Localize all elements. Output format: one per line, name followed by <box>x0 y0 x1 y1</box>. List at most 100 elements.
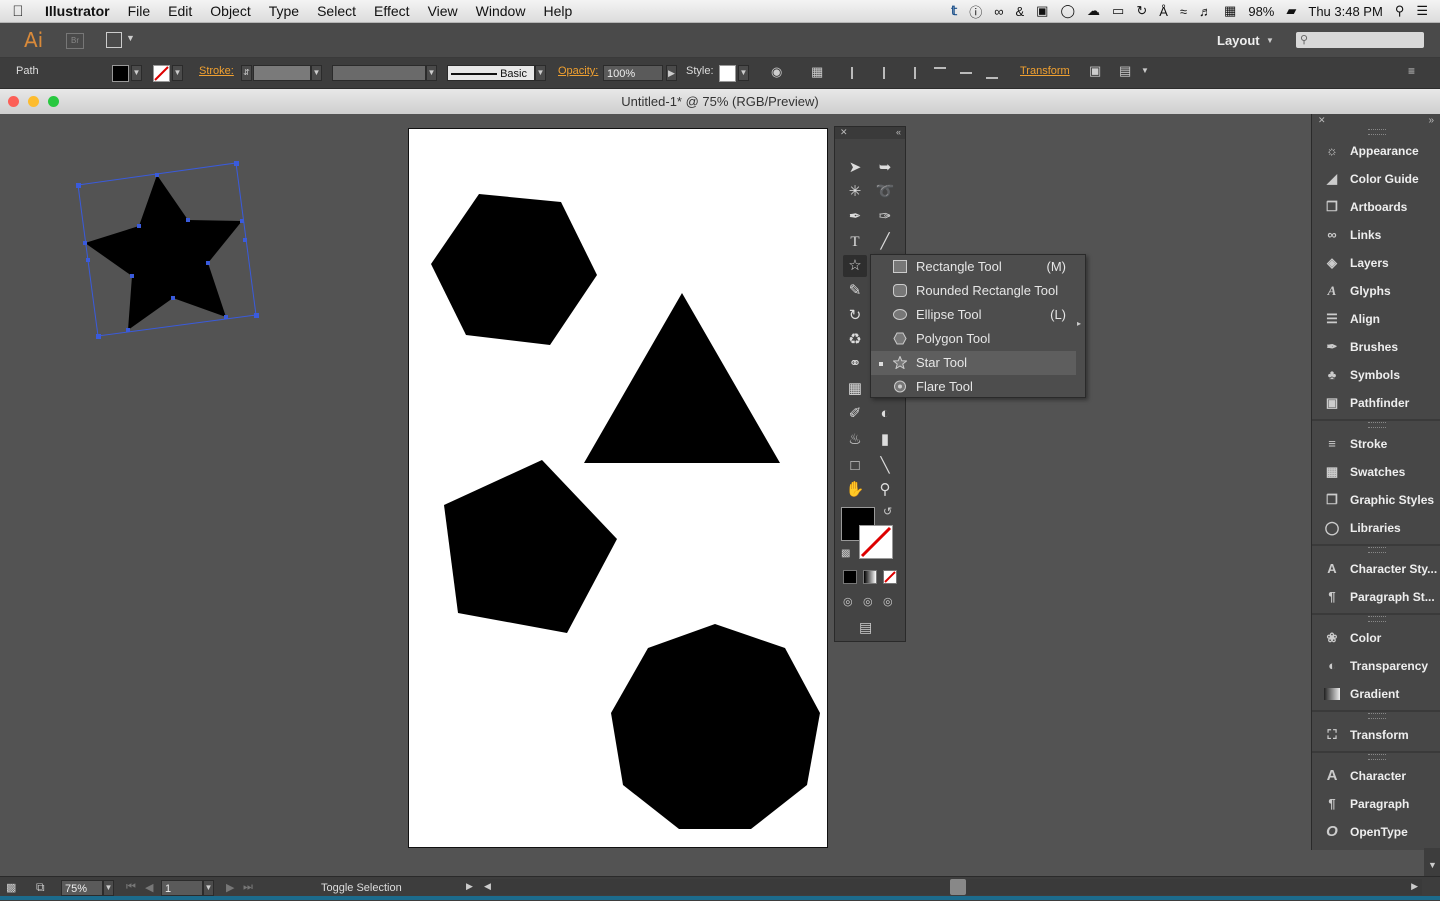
ellipse-tool-item[interactable]: Ellipse Tool (L) <box>871 303 1076 327</box>
artboard-number-field[interactable]: 1 <box>161 880 203 896</box>
selection-tool-icon[interactable]: ➤ <box>843 157 867 179</box>
arrange-documents-icon[interactable] <box>106 32 122 48</box>
volume-icon[interactable]: ♬ <box>1199 4 1212 19</box>
twitter-icon[interactable]: 𝕥 <box>951 3 957 19</box>
curvature-tool-icon[interactable]: ✑ <box>873 206 897 228</box>
gradient-mode-button[interactable] <box>863 570 877 584</box>
artboard-dropdown[interactable]: ▼ <box>203 880 214 896</box>
panel-group-gripper[interactable] <box>1368 713 1386 719</box>
direct-selection-tool-icon[interactable]: ➥ <box>873 157 897 179</box>
close-window-button[interactable] <box>8 96 19 107</box>
stroke-label[interactable]: Stroke: <box>199 65 234 77</box>
artboard-tool-icon[interactable]: □ <box>843 455 867 477</box>
bluetooth-icon[interactable]: Å <box>1159 4 1168 19</box>
battery-percent[interactable]: 98% <box>1248 4 1274 19</box>
symbol-sprayer-tool-icon[interactable]: ♨ <box>843 429 867 451</box>
lasso-tool-icon[interactable]: ➰ <box>873 181 897 203</box>
menu-type[interactable]: Type <box>260 3 308 19</box>
puppet-warp-tool-icon[interactable]: ♻ <box>843 329 867 351</box>
bridge-icon[interactable]: Br <box>66 33 84 49</box>
eyedropper-tool-icon[interactable]: ✐ <box>843 403 867 425</box>
menu-window[interactable]: Window <box>467 3 535 19</box>
artboard[interactable] <box>408 128 828 848</box>
panel-menu-icon[interactable]: ≡ <box>1408 64 1415 78</box>
previous-artboard-icon[interactable]: ◀ <box>145 881 153 894</box>
last-artboard-icon[interactable]: ⏭ <box>243 881 253 894</box>
scroll-right-arrow-icon[interactable]: ▶ <box>1411 881 1418 892</box>
tools-panel-header[interactable]: ✕ « <box>835 127 905 139</box>
zoom-field[interactable]: 75% <box>61 880 103 896</box>
align-bottom-icon[interactable] <box>986 67 998 79</box>
rectangle-tool-item[interactable]: Rectangle Tool (M) <box>871 255 1076 279</box>
scroll-down-arrow-icon[interactable]: ▼ <box>1428 860 1437 870</box>
box-icon[interactable]: ▣ <box>1036 3 1048 19</box>
slice-tool-icon[interactable]: ╲ <box>873 455 897 477</box>
menu-edit[interactable]: Edit <box>159 3 201 19</box>
chevron-down-icon[interactable]: ▼ <box>1141 66 1149 75</box>
cloud-icon[interactable]: ☁ <box>1087 3 1100 19</box>
star-tool-icon[interactable]: ☆ <box>843 255 867 277</box>
status-text[interactable]: Toggle Selection <box>321 882 402 894</box>
workspace-switcher[interactable]: Layout <box>1217 33 1260 48</box>
none-mode-button[interactable] <box>883 570 897 584</box>
export-icon[interactable]: ⧉ <box>36 880 45 895</box>
graphic-style-swatch[interactable] <box>719 65 736 82</box>
rotate-tool-icon[interactable]: ↻ <box>843 305 867 327</box>
calendar-icon[interactable]: ▦ <box>1224 3 1236 19</box>
type-tool-icon[interactable]: T <box>843 231 867 253</box>
selected-star-shape[interactable] <box>70 154 270 344</box>
scroll-left-arrow-icon[interactable]: ◀ <box>484 881 491 892</box>
hand-tool-icon[interactable]: ✋ <box>843 479 867 501</box>
notification-center-icon[interactable]: ☰ <box>1416 3 1428 19</box>
blend-tool-icon[interactable]: ◐ <box>873 403 897 425</box>
stroke-color-box[interactable] <box>859 525 893 559</box>
opacity-arrow[interactable]: ▶ <box>666 65 677 81</box>
pentagon-shape[interactable] <box>444 460 617 633</box>
time-machine-icon[interactable]: ↻ <box>1136 3 1147 19</box>
menu-help[interactable]: Help <box>534 3 581 19</box>
horizontal-scrollbar[interactable]: ◀ ▶ <box>480 879 1422 895</box>
canvas[interactable] <box>0 114 1440 876</box>
align-vertical-center-icon[interactable] <box>960 67 972 74</box>
airplay-icon[interactable]: ▭ <box>1112 3 1124 19</box>
shape-builder-tool-icon[interactable]: ⚭ <box>843 353 867 375</box>
fill-swatch[interactable] <box>112 65 129 82</box>
align-top-icon[interactable] <box>934 67 946 79</box>
column-graph-tool-icon[interactable]: ▮ <box>873 429 897 451</box>
pencil-tool-icon[interactable]: ✎ <box>843 280 867 302</box>
draw-normal-icon[interactable]: ◎ <box>843 595 853 608</box>
panel-group-gripper[interactable] <box>1368 547 1386 553</box>
ampersand-icon[interactable]: & <box>1016 4 1025 19</box>
close-icon[interactable]: ✕ <box>1318 115 1326 126</box>
battery-icon[interactable]: ▰ <box>1286 3 1296 19</box>
zoom-dropdown[interactable]: ▼ <box>103 880 114 896</box>
panel-group-gripper[interactable] <box>1368 422 1386 428</box>
draw-inside-icon[interactable]: ◎ <box>883 595 893 608</box>
fill-dropdown[interactable]: ▼ <box>131 65 142 81</box>
hexagon-shape[interactable] <box>431 194 597 345</box>
close-icon[interactable]: ✕ <box>840 127 848 138</box>
color-mode-button[interactable] <box>843 570 857 584</box>
wifi-icon[interactable]: ≈ <box>1180 4 1187 19</box>
info-icon[interactable]: ⓘ <box>969 2 982 21</box>
stroke-weight-dropdown[interactable]: ▼ <box>311 65 322 81</box>
vertical-scrollbar[interactable]: ▼ <box>1424 848 1440 876</box>
align-to-icon[interactable]: ▦ <box>811 64 823 80</box>
profile-dropdown[interactable]: ▼ <box>426 65 437 81</box>
expand-panels-icon[interactable]: » <box>1428 115 1434 126</box>
brush-dropdown[interactable]: ▼ <box>535 65 546 81</box>
triangle-shape[interactable] <box>584 293 780 463</box>
clock[interactable]: Thu 3:48 PM <box>1308 4 1382 19</box>
magic-wand-tool-icon[interactable]: ✳ <box>843 181 867 203</box>
align-left-icon[interactable] <box>851 67 863 79</box>
menu-select[interactable]: Select <box>308 3 365 19</box>
perspective-grid-tool-icon[interactable]: ▦ <box>843 378 867 400</box>
stroke-weight-stepper[interactable]: ⇵ <box>241 65 252 81</box>
align-right-icon[interactable] <box>904 67 916 79</box>
glasses-icon[interactable]: ∞ <box>994 4 1003 19</box>
stroke-dropdown[interactable]: ▼ <box>172 65 183 81</box>
panel-group-gripper[interactable] <box>1368 129 1386 135</box>
draw-behind-icon[interactable]: ◎ <box>863 595 873 608</box>
brush-definition[interactable]: Basic <box>447 65 535 81</box>
panel-group-gripper[interactable] <box>1368 754 1386 760</box>
